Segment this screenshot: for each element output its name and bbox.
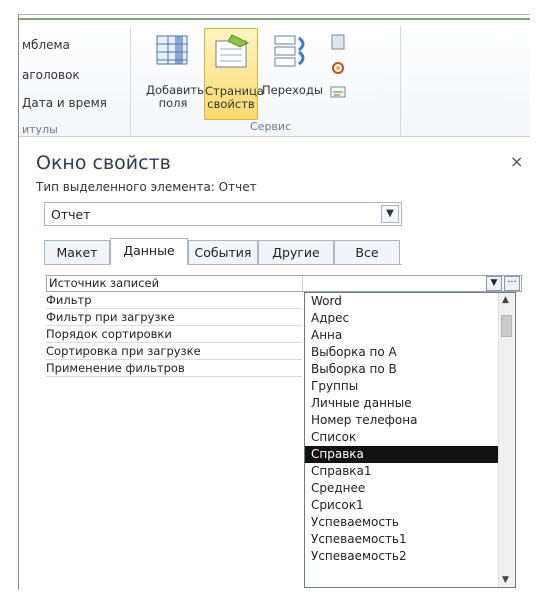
tab-all[interactable]: Все	[334, 240, 400, 264]
list-item[interactable]: Анна	[305, 327, 501, 344]
column-divider	[302, 276, 303, 291]
tab-underline	[44, 264, 402, 265]
list-item[interactable]: Срисок1	[305, 497, 501, 514]
add-fields-button[interactable]: Добавить поля	[146, 28, 204, 120]
ribbon-item-emblem[interactable]: мблема	[22, 38, 70, 52]
object-selector-value: Отчет	[51, 207, 91, 222]
property-sheet-icon	[215, 34, 250, 68]
list-item-selected[interactable]: Справка	[305, 446, 501, 463]
dropdown-list: Word Адрес Анна Выборка по А Выборка по …	[305, 293, 501, 565]
property-row-record-source[interactable]: Источник записей	[46, 275, 522, 292]
list-item[interactable]: Справка1	[305, 463, 501, 480]
tab-data[interactable]: Данные	[110, 238, 188, 265]
list-item[interactable]: Успеваемость1	[305, 531, 501, 548]
property-sheet-line1: Страница	[205, 84, 264, 98]
list-item[interactable]: Word	[305, 293, 501, 310]
tab-order-label: Переходы	[262, 83, 323, 97]
code-icon[interactable]	[330, 84, 346, 100]
tab-layout[interactable]: Макет	[44, 240, 110, 264]
convert-icon[interactable]	[330, 60, 346, 76]
chevron-down-icon[interactable]: ▼	[381, 205, 399, 223]
list-item[interactable]: Успеваемость2	[305, 548, 501, 565]
ribbon-group-label-left: итулы	[22, 123, 58, 136]
property-row-filter[interactable]: Фильтр	[46, 292, 302, 309]
ribbon-separator-right	[400, 26, 401, 136]
list-item[interactable]: Выборка по В	[305, 361, 501, 378]
list-item[interactable]: Личные данные	[305, 395, 501, 412]
list-item[interactable]: Номер телефона	[305, 412, 501, 429]
add-fields-line1: Добавить	[146, 83, 204, 97]
tab-order-icon	[274, 35, 305, 67]
dropdown-scrollbar[interactable]: ▲ ▼	[498, 293, 515, 587]
list-item[interactable]: Выборка по А	[305, 344, 501, 361]
ribbon-group-label: Сервис	[250, 120, 292, 133]
list-item[interactable]: Адрес	[305, 310, 501, 327]
form-icon[interactable]	[330, 34, 346, 50]
list-item[interactable]: Группы	[305, 378, 501, 395]
object-selector[interactable]: Отчет ▼	[44, 202, 402, 226]
record-source-dropdown[interactable]: Word Адрес Анна Выборка по А Выборка по …	[304, 292, 516, 588]
chevron-down-icon[interactable]: ▼	[486, 276, 502, 291]
table-icon	[156, 35, 188, 65]
scrollbar-thumb[interactable]	[501, 315, 512, 337]
add-fields-line2: поля	[158, 96, 188, 110]
chevron-up-icon[interactable]: ▲	[502, 295, 509, 305]
ribbon-separator	[130, 26, 131, 136]
tab-other[interactable]: Другие	[258, 240, 334, 264]
ribbon-item-datetime[interactable]: Дата и время	[22, 96, 107, 110]
ellipsis-icon[interactable]: ···	[504, 276, 520, 291]
list-item[interactable]: Среднее	[305, 480, 501, 497]
list-item[interactable]: Успеваемость	[305, 514, 501, 531]
property-row-order-by[interactable]: Порядок сортировки	[46, 326, 302, 343]
close-icon[interactable]: ×	[510, 152, 523, 171]
ribbon-item-title[interactable]: аголовок	[22, 68, 80, 82]
ribbon-top-accent	[19, 18, 530, 20]
tab-order-button[interactable]: Переходы	[262, 28, 323, 120]
property-label: Источник записей	[49, 276, 160, 290]
property-sheet-line2: свойств	[207, 97, 255, 111]
selection-type-label: Тип выделенного элемента: Отчет	[36, 180, 257, 194]
chevron-down-icon[interactable]: ▼	[502, 575, 509, 585]
tab-events[interactable]: События	[188, 240, 258, 264]
property-row-order-by-on-load[interactable]: Сортировка при загрузке	[46, 343, 302, 360]
property-row-allow-filters[interactable]: Применение фильтров	[46, 360, 302, 377]
pane-title: Окно свойств	[36, 152, 171, 174]
property-row-filter-on-load[interactable]: Фильтр при загрузке	[46, 309, 302, 326]
list-item[interactable]: Список	[305, 429, 501, 446]
property-sheet-button[interactable]: Страница свойств	[204, 28, 264, 120]
